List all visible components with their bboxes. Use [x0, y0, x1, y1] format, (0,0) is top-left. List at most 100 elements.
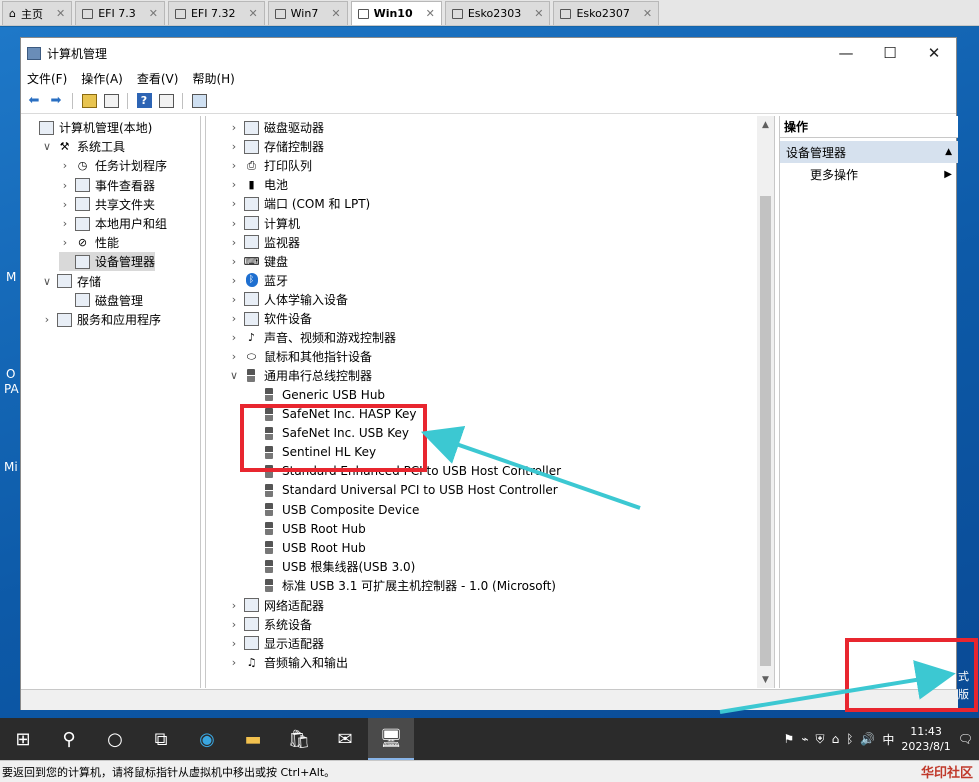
- vm-tab[interactable]: EFI 7.32 ✕: [167, 1, 265, 25]
- tab-close-icon[interactable]: ✕: [426, 7, 435, 20]
- tree-item[interactable]: Standard Enhanced PCI to USB Host Contro…: [246, 462, 561, 481]
- tree-item[interactable]: › 磁盘驱动器: [228, 118, 324, 137]
- actions-section-device-manager[interactable]: 设备管理器 ▲: [780, 141, 958, 163]
- bluetooth-icon[interactable]: ᛒ: [846, 732, 853, 746]
- computer-management-taskbar-icon[interactable]: 🖥: [368, 718, 414, 760]
- chevron-right-icon[interactable]: ›: [228, 140, 240, 153]
- notification-icon[interactable]: 🗨: [958, 732, 973, 746]
- tab-close-icon[interactable]: ✕: [56, 7, 65, 20]
- menu-help[interactable]: 帮助(H): [192, 70, 234, 87]
- chevron-right-icon[interactable]: ›: [228, 293, 240, 306]
- tab-close-icon[interactable]: ✕: [534, 7, 543, 20]
- usb-tray-icon[interactable]: ⌁: [801, 732, 808, 746]
- scroll-down-icon[interactable]: ▼: [757, 671, 774, 688]
- volume-icon[interactable]: 🔊: [860, 732, 875, 746]
- forward-icon[interactable]: ➡: [47, 92, 65, 110]
- up-folder-icon[interactable]: [80, 92, 98, 110]
- chevron-right-icon[interactable]: ›: [228, 178, 240, 191]
- chevron-right-icon[interactable]: ›: [228, 350, 240, 363]
- tree-item[interactable]: Generic USB Hub: [246, 385, 385, 404]
- tab-close-icon[interactable]: ✕: [331, 7, 340, 20]
- chevron-right-icon[interactable]: ›: [228, 331, 240, 344]
- task-view-circle-icon[interactable]: ○: [92, 718, 138, 760]
- edge-icon[interactable]: ◉: [184, 718, 230, 760]
- tree-item[interactable]: 计算机管理(本地): [23, 118, 152, 137]
- vm-tab[interactable]: Win10 ✕: [350, 1, 442, 25]
- chevron-right-icon[interactable]: ›: [228, 312, 240, 325]
- task-view-icon[interactable]: ⧉: [138, 718, 184, 760]
- tree-item[interactable]: ∨ ⚒ 系统工具: [41, 137, 125, 156]
- tree-item[interactable]: › ᛒ 蓝牙: [228, 271, 288, 290]
- chevron-right-icon[interactable]: ›: [59, 217, 71, 230]
- tree-item[interactable]: › ♪ 声音、视频和游戏控制器: [228, 328, 396, 347]
- tree-item[interactable]: › 人体学输入设备: [228, 290, 348, 309]
- chevron-right-icon[interactable]: ›: [228, 121, 240, 134]
- more-actions-item[interactable]: 更多操作 ▶: [780, 163, 958, 185]
- tree-item[interactable]: › 计算机: [228, 214, 300, 233]
- shield-icon[interactable]: ⛨: [816, 732, 825, 747]
- tree-item[interactable]: Sentinel HL Key: [246, 443, 376, 462]
- tree-item[interactable]: 磁盘管理: [59, 291, 143, 310]
- chevron-right-icon[interactable]: ›: [228, 637, 240, 650]
- tree-item[interactable]: ∨ 存储: [41, 272, 101, 291]
- tree-item[interactable]: › ⌨ 键盘: [228, 252, 288, 271]
- menu-action[interactable]: 操作(A): [81, 70, 123, 87]
- back-icon[interactable]: ⬅: [25, 92, 43, 110]
- tree-item[interactable]: Standard Universal PCI to USB Host Contr…: [246, 481, 558, 500]
- tree-item[interactable]: › 端口 (COM 和 LPT): [228, 194, 370, 213]
- tree-item[interactable]: › ◷ 任务计划程序: [59, 156, 167, 175]
- chevron-right-icon[interactable]: ›: [41, 313, 53, 326]
- store-icon[interactable]: 🛍: [276, 718, 322, 760]
- menu-view[interactable]: 查看(V): [137, 70, 179, 87]
- minimize-button[interactable]: —: [824, 38, 868, 68]
- chevron-right-icon[interactable]: ›: [228, 236, 240, 249]
- chevron-right-icon[interactable]: ›: [59, 198, 71, 211]
- tree-item[interactable]: › 网络适配器: [228, 596, 324, 615]
- tree-item[interactable]: USB Root Hub: [246, 519, 366, 538]
- tree-item[interactable]: › ♫ 音频输入和输出: [228, 653, 348, 672]
- clock[interactable]: 11:43 2023/8/1: [901, 724, 950, 754]
- search-icon[interactable]: ⚲: [46, 718, 92, 760]
- tree-item[interactable]: SafeNet Inc. HASP Key: [246, 405, 416, 424]
- tree-item[interactable]: › ⊘ 性能: [59, 233, 119, 252]
- tree-item[interactable]: › 系统设备: [228, 615, 312, 634]
- chevron-right-icon[interactable]: ›: [228, 255, 240, 268]
- chevron-right-icon[interactable]: ›: [59, 159, 71, 172]
- tree-item[interactable]: › 共享文件夹: [59, 195, 155, 214]
- tree-item[interactable]: › 事件查看器: [59, 176, 155, 195]
- ime-indicator[interactable]: 中: [882, 731, 894, 748]
- console-icon[interactable]: [190, 92, 208, 110]
- chevron-right-icon[interactable]: ›: [228, 197, 240, 210]
- chevron-right-icon[interactable]: ›: [228, 599, 240, 612]
- tree-item[interactable]: › 存储控制器: [228, 137, 324, 156]
- tree-item[interactable]: › ▮ 电池: [228, 175, 288, 194]
- tree-item[interactable]: USB Root Hub: [246, 538, 366, 557]
- chevron-right-icon[interactable]: ›: [228, 217, 240, 230]
- chevron-down-icon[interactable]: ∨: [41, 275, 53, 288]
- maximize-button[interactable]: ☐: [868, 38, 912, 68]
- chevron-right-icon[interactable]: ›: [228, 159, 240, 172]
- vertical-scrollbar[interactable]: ▲ ▼: [757, 116, 774, 688]
- collapse-up-icon[interactable]: ▲: [945, 147, 952, 157]
- tree-item[interactable]: ∨ 通用串行总线控制器: [228, 366, 372, 385]
- tree-item[interactable]: › 显示适配器: [228, 634, 324, 653]
- tree-item[interactable]: USB Composite Device: [246, 500, 419, 519]
- vm-tab[interactable]: Esko2307 ✕: [553, 1, 660, 25]
- tree-item[interactable]: 标准 USB 3.1 可扩展主机控制器 - 1.0 (Microsoft): [246, 576, 556, 595]
- chevron-right-icon[interactable]: ›: [228, 656, 240, 669]
- view-icon[interactable]: [157, 92, 175, 110]
- mail-icon[interactable]: ✉: [322, 718, 368, 760]
- close-button[interactable]: ✕: [912, 38, 956, 68]
- tree-item[interactable]: SafeNet Inc. USB Key: [246, 424, 409, 443]
- properties-icon[interactable]: [102, 92, 120, 110]
- vm-tab[interactable]: ⌂ 主页 ✕: [2, 1, 73, 25]
- chevron-right-icon[interactable]: ›: [228, 274, 240, 287]
- tree-item[interactable]: › ⎙ 打印队列: [228, 156, 312, 175]
- chevron-right-icon[interactable]: ›: [228, 618, 240, 631]
- tree-item[interactable]: › 监视器: [228, 233, 300, 252]
- tab-close-icon[interactable]: ✕: [248, 7, 257, 20]
- vm-tab[interactable]: EFI 7.3 ✕: [75, 1, 165, 25]
- vm-tab[interactable]: Esko2303 ✕: [444, 1, 551, 25]
- tab-close-icon[interactable]: ✕: [643, 7, 652, 20]
- scroll-up-icon[interactable]: ▲: [757, 116, 774, 133]
